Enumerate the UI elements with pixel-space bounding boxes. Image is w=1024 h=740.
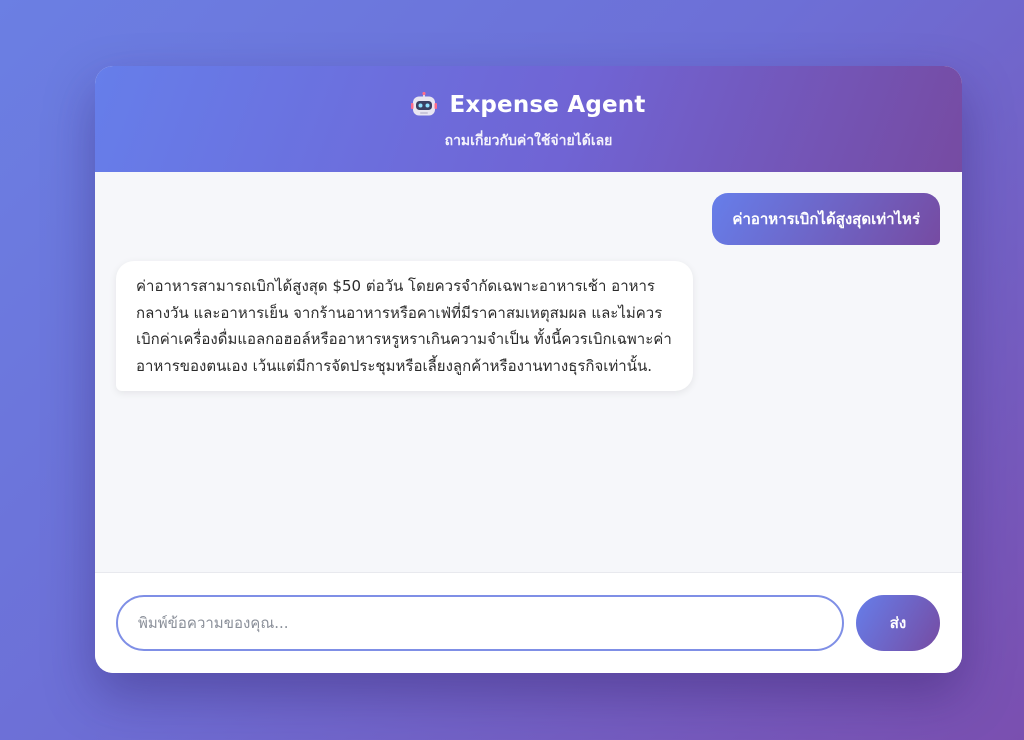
user-message-text: ค่าอาหารเบิกได้สูงสุดเท่าไหร่ (732, 210, 920, 228)
user-message-bubble: ค่าอาหารเบิกได้สูงสุดเท่าไหร่ (712, 193, 940, 245)
header-title: Expense Agent (449, 92, 646, 118)
bot-message-text: ค่าอาหารสามารถเบิกได้สูงสุด $50 ต่อวัน โ… (136, 277, 672, 375)
message-input[interactable] (116, 595, 844, 651)
header-subtitle: ถามเกี่ยวกับค่าใช้จ่ายได้เลย (444, 133, 613, 149)
title-row: Expense Agent (95, 91, 962, 118)
send-button[interactable]: ส่ง (856, 595, 940, 651)
message-list: ค่าอาหารเบิกได้สูงสุดเท่าไหร่ ค่าอาหารสา… (95, 172, 962, 572)
bot-message-bubble: ค่าอาหารสามารถเบิกได้สูงสุด $50 ต่อวัน โ… (116, 261, 693, 391)
robot-icon (411, 91, 438, 118)
chat-header: Expense Agent ถามเกี่ยวกับค่าใช้จ่ายได้เ… (95, 66, 962, 172)
input-area: ส่ง (95, 572, 962, 673)
chat-window: Expense Agent ถามเกี่ยวกับค่าใช้จ่ายได้เ… (95, 66, 962, 673)
